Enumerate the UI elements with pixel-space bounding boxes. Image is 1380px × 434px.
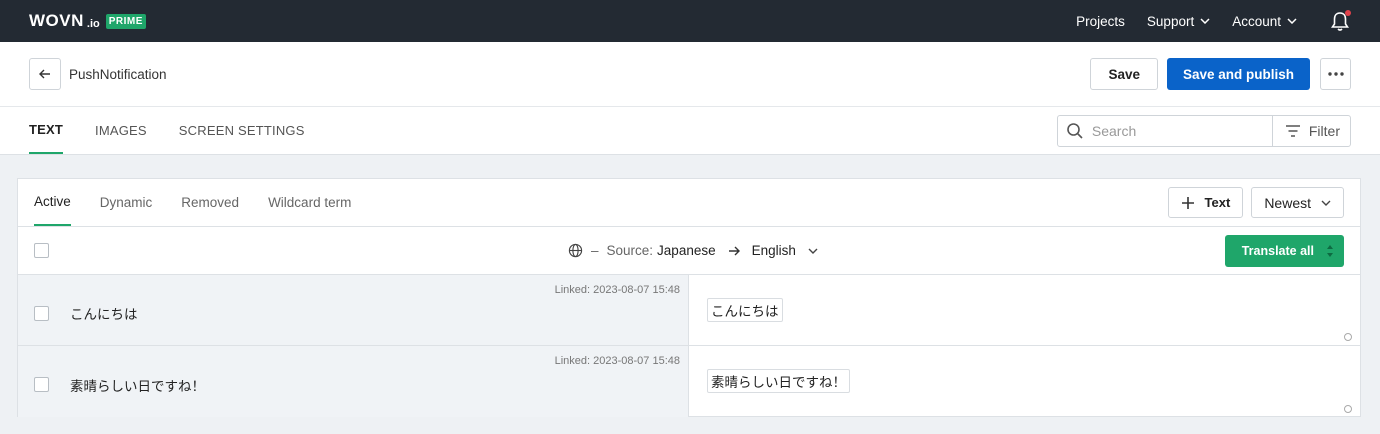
arrow-right-icon — [728, 246, 740, 255]
chevron-down-icon — [1287, 18, 1297, 24]
search-icon — [1067, 122, 1083, 139]
translation-text[interactable]: こんにちは — [707, 298, 783, 322]
sort-label: Newest — [1264, 194, 1311, 211]
translate-all-button[interactable]: Translate all — [1224, 234, 1344, 267]
row-checkbox[interactable] — [34, 305, 49, 321]
chevron-down-icon — [1200, 18, 1210, 24]
logo-badge: PRIME — [105, 13, 146, 29]
globe-icon — [568, 243, 583, 258]
nav-projects[interactable]: Projects — [1076, 14, 1125, 29]
tab-wildcard-term[interactable]: Wildcard term — [268, 179, 351, 226]
page-header: PushNotification Save Save and publish — [0, 42, 1380, 107]
status-tabs: Active Dynamic Removed Wildcard term Tex… — [18, 179, 1360, 227]
chevron-down-icon — [1321, 200, 1331, 206]
translation-cell[interactable]: 素晴らしい日ですね！ — [689, 346, 1360, 417]
notification-bell-button[interactable] — [1329, 10, 1351, 32]
translate-all-label: Translate all — [1241, 243, 1314, 258]
sort-dropdown[interactable]: Newest — [1251, 187, 1344, 218]
main-tabs: TEXT IMAGES SCREEN SETTINGS Search Filte… — [0, 107, 1380, 155]
arrow-left-icon — [39, 69, 50, 79]
save-and-publish-button[interactable]: Save and publish — [1166, 58, 1310, 90]
nav-account[interactable]: Account — [1232, 14, 1297, 29]
tab-active[interactable]: Active — [34, 179, 71, 226]
translation-cell[interactable]: こんにちは — [689, 275, 1360, 345]
more-horizontal-icon — [1327, 72, 1344, 76]
nav-support[interactable]: Support — [1147, 14, 1210, 29]
tab-text[interactable]: TEXT — [29, 107, 64, 154]
top-navigation: WOVN .io PRIME Projects Support Account — [0, 0, 1380, 42]
source-text: 素晴らしい日ですね！ — [70, 378, 205, 394]
language-bar: – Source: Japanese English Translate all — [18, 227, 1360, 275]
sort-arrows-icon — [1327, 244, 1333, 257]
language-dash: – — [591, 243, 599, 258]
more-options-button[interactable] — [1320, 58, 1351, 90]
notification-dot — [1345, 10, 1351, 16]
search-filter-group: Search Filter — [1056, 114, 1351, 147]
status-circle-icon — [1344, 405, 1352, 413]
table-row: Linked: 2023-08-07 15:48 こんにちは こんにちは — [18, 275, 1360, 346]
tab-images[interactable]: IMAGES — [95, 107, 147, 154]
status-circle-icon — [1344, 333, 1352, 341]
linked-timestamp: Linked: 2023-08-07 15:48 — [554, 284, 680, 296]
tab-removed[interactable]: Removed — [181, 179, 239, 226]
source-cell: Linked: 2023-08-07 15:48 こんにちは — [18, 275, 689, 345]
save-button[interactable]: Save — [1090, 58, 1158, 90]
select-all-checkbox[interactable] — [34, 243, 49, 258]
nav-account-label: Account — [1232, 13, 1281, 29]
filter-label: Filter — [1308, 122, 1340, 139]
source-cell: Linked: 2023-08-07 15:48 素晴らしい日ですね！ — [18, 346, 689, 417]
search-input[interactable]: Search — [1058, 115, 1273, 146]
translation-text[interactable]: 素晴らしい日ですね！ — [707, 369, 850, 393]
linked-timestamp: Linked: 2023-08-07 15:48 — [554, 355, 680, 367]
wovn-logo[interactable]: WOVN .io PRIME — [29, 11, 146, 31]
text-list-panel: Active Dynamic Removed Wildcard term Tex… — [17, 178, 1361, 417]
tab-screen-settings[interactable]: SCREEN SETTINGS — [179, 107, 305, 154]
chevron-down-icon — [808, 248, 818, 254]
source-label: Source: — [606, 243, 654, 258]
source-language: Japanese — [657, 243, 716, 258]
filter-icon — [1285, 124, 1300, 137]
filter-button[interactable]: Filter — [1273, 116, 1350, 146]
row-checkbox[interactable] — [34, 377, 49, 392]
back-button[interactable] — [29, 58, 61, 90]
search-placeholder: Search — [1091, 122, 1137, 139]
source-text: こんにちは — [70, 307, 138, 322]
page-title: PushNotification — [69, 66, 167, 82]
add-text-button[interactable]: Text — [1167, 187, 1244, 218]
add-text-label: Text — [1204, 195, 1231, 210]
tab-dynamic[interactable]: Dynamic — [100, 179, 153, 226]
nav-support-label: Support — [1146, 13, 1195, 29]
logo-io-text: .io — [86, 17, 100, 30]
logo-text: WOVN — [29, 11, 84, 30]
target-language: English — [751, 243, 796, 258]
plus-icon — [1181, 196, 1194, 209]
table-row: Linked: 2023-08-07 15:48 素晴らしい日ですね！ 素晴らし… — [18, 346, 1360, 417]
language-selector[interactable]: – Source: Japanese English — [568, 243, 818, 258]
